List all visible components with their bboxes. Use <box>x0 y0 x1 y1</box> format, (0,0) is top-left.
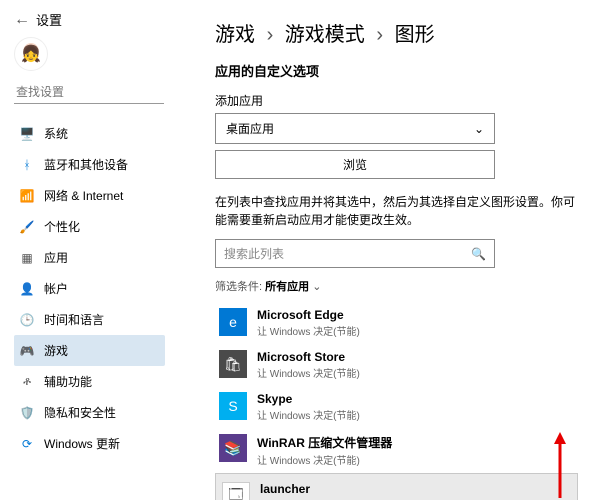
sidebar-item[interactable]: ቶ 辅助功能 <box>14 366 165 397</box>
sidebar-item-icon: ቶ <box>20 375 34 389</box>
filter-row[interactable]: 筛选条件: 所有应用 ⌄ <box>215 278 578 294</box>
main-panel: 游戏 › 游戏模式 › 图形 应用的自定义选项 添加应用 桌面应用 ⌄ 浏览 在… <box>175 0 600 500</box>
sidebar-search-input[interactable] <box>14 81 164 104</box>
sidebar-item-label: 个性化 <box>44 218 80 235</box>
app-name: Microsoft Store <box>257 350 574 364</box>
app-name: launcher <box>260 482 571 496</box>
sidebar-item-icon: ᚼ <box>20 158 34 172</box>
app-subtitle: 让 Windows 决定(节能) <box>257 452 574 467</box>
app-list-item[interactable]: 📚 WinRAR 压缩文件管理器 让 Windows 决定(节能) <box>215 428 578 473</box>
app-meta: Skype 让 Windows 决定(节能) <box>257 392 574 422</box>
settings-sidebar: ← 设置 👧 🖥️ 系统 ᚼ 蓝牙和其他设备 📶 网络 & Internet 🖌️ 个性化 ▦ 应… <box>0 0 175 500</box>
sidebar-item[interactable]: 🖌️ 个性化 <box>14 211 165 242</box>
filter-prefix: 筛选条件: <box>215 281 262 293</box>
sidebar-item[interactable]: ▦ 应用 <box>14 242 165 273</box>
chevron-right-icon: › <box>267 24 274 46</box>
sidebar-item[interactable]: 🎮 游戏 <box>14 335 165 366</box>
app-name: WinRAR 压缩文件管理器 <box>257 434 574 451</box>
app-subtitle: 让 Windows 决定(节能) <box>257 365 574 380</box>
sidebar-item-label: 帐户 <box>44 280 68 297</box>
window-title: 设置 <box>36 10 62 29</box>
breadcrumb-mid[interactable]: 游戏模式 <box>285 24 365 46</box>
sidebar-item-icon: 🕒 <box>20 313 34 327</box>
sidebar-item-icon: 🎮 <box>20 344 34 358</box>
app-type-value: 桌面应用 <box>226 120 274 137</box>
sidebar-item-label: 时间和语言 <box>44 311 104 328</box>
app-list: e Microsoft Edge 让 Windows 决定(节能) 🛍 Micr… <box>215 302 578 500</box>
app-meta: Microsoft Store 让 Windows 决定(节能) <box>257 350 574 380</box>
sidebar-item[interactable]: 👤 帐户 <box>14 273 165 304</box>
app-subtitle: 让 Windows 决定(节能) <box>257 323 574 338</box>
sidebar-item[interactable]: ᚼ 蓝牙和其他设备 <box>14 149 165 180</box>
sidebar-item[interactable]: ⟳ Windows 更新 <box>14 428 165 459</box>
sidebar-nav: 🖥️ 系统 ᚼ 蓝牙和其他设备 📶 网络 & Internet 🖌️ 个性化 ▦ 应用 👤 帐户 🕒 时间… <box>14 118 165 459</box>
sidebar-item-icon: ⟳ <box>20 437 34 451</box>
sidebar-item-icon: 📶 <box>20 189 34 203</box>
app-list-item[interactable]: 🗔 launcher 让 Windows 决定 C:\Program Files… <box>215 473 578 500</box>
sidebar-item[interactable]: 🛡️ 隐私和安全性 <box>14 397 165 428</box>
sidebar-item[interactable]: 🖥️ 系统 <box>14 118 165 149</box>
app-icon: 🛍 <box>219 350 247 378</box>
sidebar-item-label: Windows 更新 <box>44 435 120 452</box>
app-name: Microsoft Edge <box>257 308 574 322</box>
chevron-down-icon: ⌄ <box>312 281 321 293</box>
custom-options-title: 应用的自定义选项 <box>215 61 578 80</box>
chevron-down-icon: ⌄ <box>474 122 484 136</box>
back-arrow-icon[interactable]: ← <box>14 11 30 29</box>
app-meta: launcher 让 Windows 决定 C:\Program Files\G… <box>260 482 571 500</box>
chevron-right-icon: › <box>376 24 383 46</box>
app-type-select[interactable]: 桌面应用 ⌄ <box>215 113 495 144</box>
browse-button[interactable]: 浏览 <box>215 150 495 179</box>
sidebar-item-label: 辅助功能 <box>44 373 92 390</box>
app-meta: WinRAR 压缩文件管理器 让 Windows 决定(节能) <box>257 434 574 467</box>
sidebar-item-label: 系统 <box>44 125 68 142</box>
app-list-item[interactable]: S Skype 让 Windows 决定(节能) <box>215 386 578 428</box>
app-list-item[interactable]: 🛍 Microsoft Store 让 Windows 决定(节能) <box>215 344 578 386</box>
sidebar-item-icon: 🛡️ <box>20 406 34 420</box>
sidebar-item-label: 应用 <box>44 249 68 266</box>
add-app-label: 添加应用 <box>215 92 578 109</box>
sidebar-item-label: 网络 & Internet <box>44 187 123 204</box>
breadcrumb: 游戏 › 游戏模式 › 图形 <box>215 18 578 47</box>
user-avatar[interactable]: 👧 <box>14 37 48 71</box>
search-icon: 🔍 <box>471 247 486 261</box>
search-placeholder-text: 搜索此列表 <box>224 245 284 262</box>
sidebar-item-label: 游戏 <box>44 342 68 359</box>
sidebar-item[interactable]: 📶 网络 & Internet <box>14 180 165 211</box>
instruction-text: 在列表中查找应用并将其选中，然后为其选择自定义图形设置。你可能需要重新启动应用才… <box>215 193 578 229</box>
app-icon: S <box>219 392 247 420</box>
breadcrumb-root[interactable]: 游戏 <box>215 24 255 46</box>
sidebar-item-icon: 👤 <box>20 282 34 296</box>
filter-value: 所有应用 <box>265 281 309 293</box>
app-subtitle: 让 Windows 决定(节能) <box>257 407 574 422</box>
sidebar-item-label: 蓝牙和其他设备 <box>44 156 128 173</box>
sidebar-item-icon: 🖌️ <box>20 220 34 234</box>
sidebar-item-label: 隐私和安全性 <box>44 404 116 421</box>
app-name: Skype <box>257 392 574 406</box>
breadcrumb-current: 图形 <box>395 24 435 46</box>
sidebar-item-icon: 🖥️ <box>20 127 34 141</box>
app-meta: Microsoft Edge 让 Windows 决定(节能) <box>257 308 574 338</box>
sidebar-item[interactable]: 🕒 时间和语言 <box>14 304 165 335</box>
app-list-search[interactable]: 搜索此列表 🔍 <box>215 239 495 268</box>
app-icon: e <box>219 308 247 336</box>
app-list-item[interactable]: e Microsoft Edge 让 Windows 决定(节能) <box>215 302 578 344</box>
app-icon: 🗔 <box>222 482 250 500</box>
sidebar-item-icon: ▦ <box>20 251 34 265</box>
app-icon: 📚 <box>219 434 247 462</box>
